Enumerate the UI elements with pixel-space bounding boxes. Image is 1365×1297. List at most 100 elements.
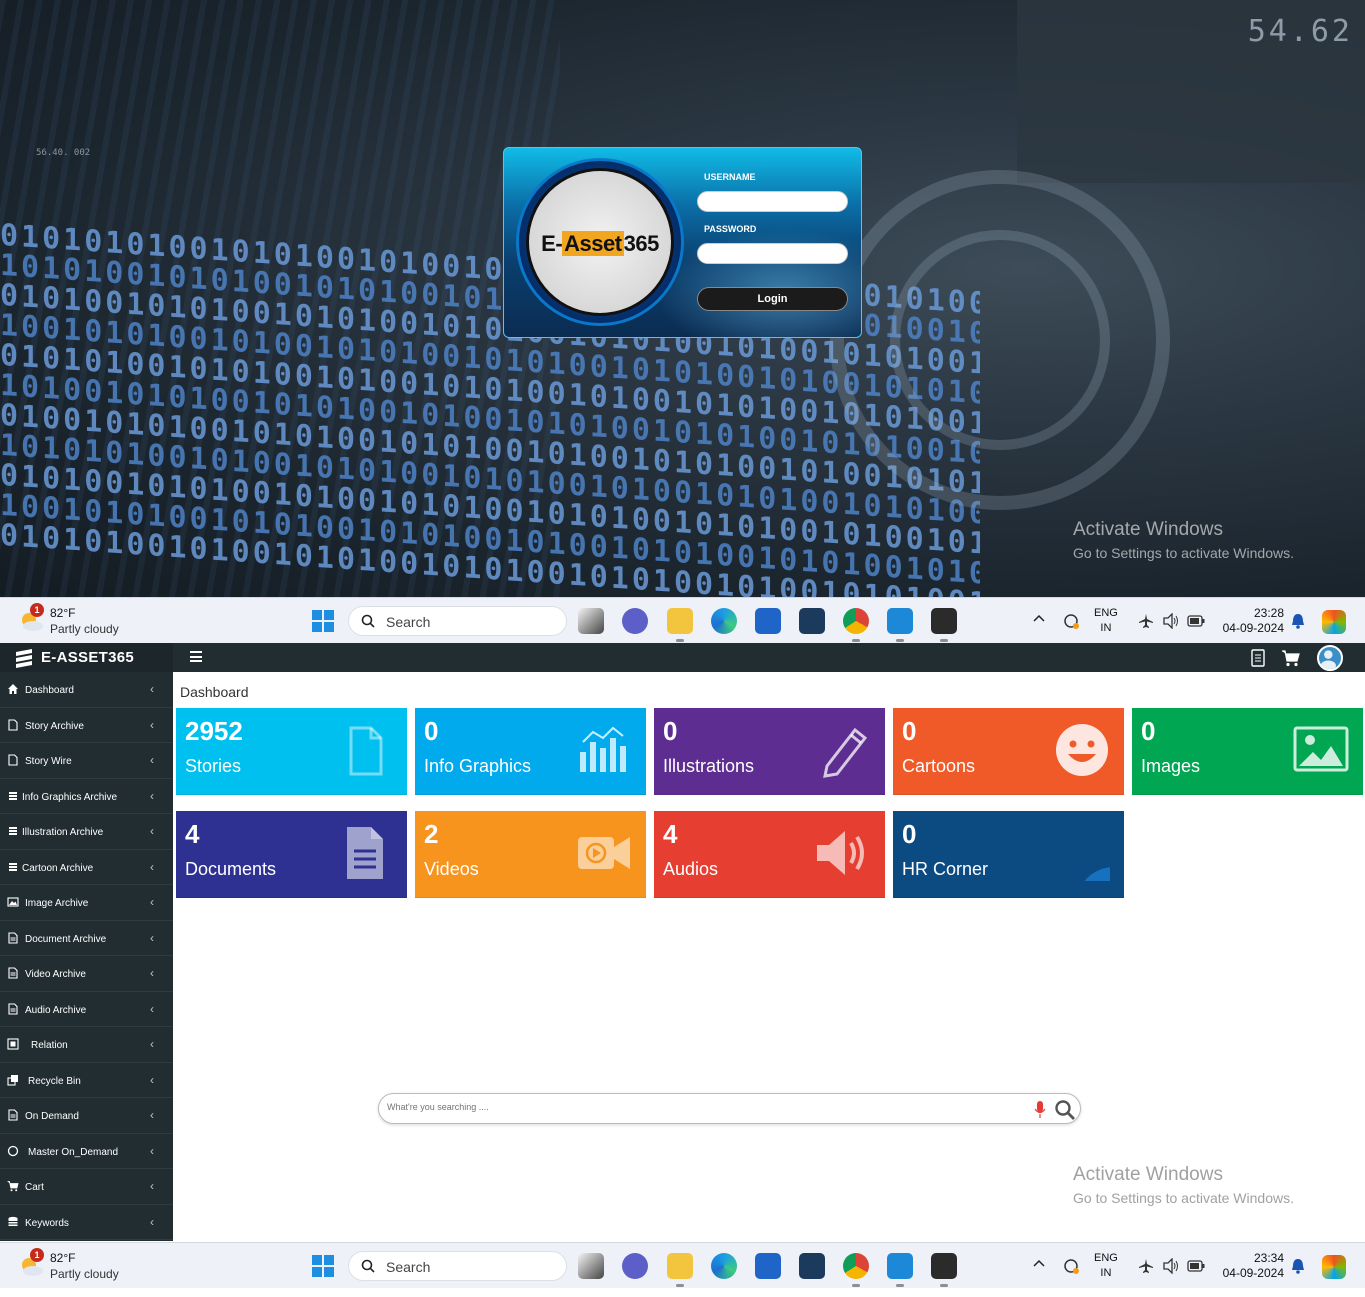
vscode-icon[interactable]: [887, 608, 913, 642]
tile-cartoons[interactable]: 0 Cartoons: [893, 708, 1124, 795]
tile-count: 0: [663, 716, 678, 746]
edge-icon[interactable]: [711, 608, 737, 634]
copilot-icon[interactable]: [1322, 1255, 1346, 1279]
copilot-icon[interactable]: [1322, 610, 1346, 634]
start-button[interactable]: [312, 610, 334, 632]
taskbar-search[interactable]: Search: [348, 1251, 567, 1281]
sidebar-item-master-on-demand[interactable]: Master On_Demand ‹: [0, 1134, 173, 1169]
sidebar-item-relation[interactable]: Relation ‹: [0, 1027, 173, 1063]
tile-info-graphics[interactable]: 0 Info Graphics: [415, 708, 646, 795]
sync-icon[interactable]: [1062, 1257, 1080, 1275]
username-input[interactable]: [697, 191, 848, 212]
database-tool-icon[interactable]: [799, 608, 825, 634]
chevron-left-icon: ‹: [150, 1072, 154, 1087]
cart-icon[interactable]: [1281, 648, 1301, 668]
sidebar-item-label: Cartoon Archive: [22, 862, 94, 874]
terminal-icon[interactable]: [931, 1253, 957, 1287]
menu-toggle-icon[interactable]: [190, 651, 202, 662]
login-button[interactable]: Login: [697, 287, 848, 311]
chevron-left-icon: ‹: [150, 966, 154, 980]
sidebar-item-image-archive[interactable]: Image Archive ‹: [0, 885, 173, 921]
chevron-up-icon[interactable]: [1032, 612, 1046, 626]
bell-icon[interactable]: [1291, 613, 1305, 629]
user-icon: [1320, 650, 1336, 669]
sidebar-item-story-archive[interactable]: Story Archive ‹: [0, 708, 173, 743]
microphone-icon[interactable]: [1034, 1101, 1046, 1118]
tile-label: Stories: [185, 756, 242, 776]
vscode-icon[interactable]: [887, 1253, 913, 1287]
teams-icon[interactable]: [622, 1253, 648, 1279]
clock[interactable]: 23:34 04-09-2024: [1218, 1251, 1284, 1297]
sidebar-item-recycle-bin[interactable]: Recycle Bin ‹: [0, 1063, 173, 1098]
sidebar-item-on-demand[interactable]: On Demand ‹: [0, 1098, 173, 1134]
clock-time: 23:34: [1253, 1251, 1284, 1265]
tile-illustrations[interactable]: 0 Illustrations: [654, 708, 885, 795]
sidebar-item-document-archive[interactable]: Document Archive ‹: [0, 921, 173, 956]
sidebar-item-audio-archive[interactable]: Audio Archive ‹: [0, 992, 173, 1027]
bars-icon: [9, 791, 17, 800]
edge-icon[interactable]: [711, 1253, 737, 1279]
chrome-icon[interactable]: [843, 1253, 869, 1287]
chevron-left-icon: ‹: [150, 859, 154, 874]
tile-audios[interactable]: 4 Audios: [654, 811, 885, 898]
sidebar-item-label: Illustration Archive: [22, 827, 104, 838]
chevron-left-icon: ‹: [150, 1037, 154, 1051]
chrome-icon[interactable]: [843, 608, 869, 642]
airplane-icon[interactable]: [1138, 1258, 1154, 1274]
airplane-icon[interactable]: [1138, 613, 1154, 629]
store-icon[interactable]: [755, 608, 781, 634]
tile-label: Audios: [663, 859, 719, 879]
sidebar-item-label: On Demand: [25, 1111, 79, 1122]
archive-search-input[interactable]: [387, 1102, 1017, 1112]
main-content: Dashboard 2952 Stories 0 Info Graphics 0 Illu…: [173, 672, 1365, 1241]
sidebar-item-cart[interactable]: Cart ‹: [0, 1169, 173, 1205]
activate-windows-watermark-app: Activate Windows Go to Settings to activ…: [1073, 1164, 1294, 1206]
document-list-icon[interactable]: [1248, 648, 1268, 668]
tile-stories[interactable]: 2952 Stories: [176, 708, 407, 795]
battery-icon[interactable]: [1187, 1259, 1205, 1273]
sidebar-item-info-graphics-archive[interactable]: Info Graphics Archive ‹: [0, 779, 173, 814]
password-input[interactable]: [697, 243, 848, 264]
sync-icon[interactable]: [1062, 612, 1080, 630]
weather-temperature: 82°F: [50, 1251, 76, 1265]
file-explorer-icon[interactable]: [667, 608, 693, 642]
volume-icon[interactable]: [1162, 1258, 1180, 1274]
teams-icon[interactable]: [622, 608, 648, 634]
weather-widget[interactable]: 1 82°F Partly cloudy: [18, 1248, 138, 1283]
tile-videos[interactable]: 2 Videos: [415, 811, 646, 898]
video-icon: [578, 837, 630, 869]
weather-widget[interactable]: 1 82°F Partly cloudy: [18, 603, 138, 638]
file-explorer-icon[interactable]: [667, 1253, 693, 1287]
sidebar-item-cartoon-archive[interactable]: Cartoon Archive ‹: [0, 850, 173, 885]
search-icon[interactable]: [1054, 1099, 1076, 1121]
activate-subtitle: Go to Settings to activate Windows.: [1073, 1190, 1294, 1206]
tile-hr-corner[interactable]: 0 HR Corner: [893, 811, 1124, 898]
taskbar-search[interactable]: Search: [348, 606, 567, 636]
brand[interactable]: E-ASSET365: [0, 643, 173, 672]
circle-icon: [7, 1145, 19, 1156]
language-indicator[interactable]: ENG IN: [1094, 1251, 1118, 1297]
volume-icon[interactable]: [1162, 613, 1180, 629]
sidebar-item-illustration-archive[interactable]: Illustration Archive ‹: [0, 814, 173, 850]
start-button[interactable]: [312, 1255, 334, 1277]
task-view-icon[interactable]: [578, 608, 604, 634]
tile-documents[interactable]: 4 Documents: [176, 811, 407, 898]
sidebar-item-label: Video Archive: [25, 969, 86, 980]
user-avatar[interactable]: [1317, 645, 1343, 671]
archive-search[interactable]: [378, 1093, 1081, 1124]
store-icon[interactable]: [755, 1253, 781, 1279]
sidebar-item-keywords[interactable]: Keywords ‹: [0, 1205, 173, 1240]
bell-icon[interactable]: [1291, 1258, 1305, 1274]
terminal-icon[interactable]: [931, 608, 957, 642]
database-tool-icon[interactable]: [799, 1253, 825, 1279]
sidebar-item-dashboard[interactable]: Dashboard ‹: [0, 672, 173, 708]
chevron-up-icon[interactable]: [1032, 1257, 1046, 1271]
tile-count: 4: [663, 819, 678, 849]
battery-icon[interactable]: [1187, 614, 1205, 628]
sidebar-item-story-wire[interactable]: Story Wire ‹: [0, 743, 173, 779]
task-view-icon[interactable]: [578, 1253, 604, 1279]
dashboard-app: E-ASSET365 Dashboard ‹ Story Archive ‹ Story…: [0, 643, 1365, 1241]
chevron-left-icon: ‹: [150, 1179, 154, 1193]
sidebar-item-video-archive[interactable]: Video Archive ‹: [0, 956, 173, 992]
tile-images[interactable]: 0 Images: [1132, 708, 1363, 795]
